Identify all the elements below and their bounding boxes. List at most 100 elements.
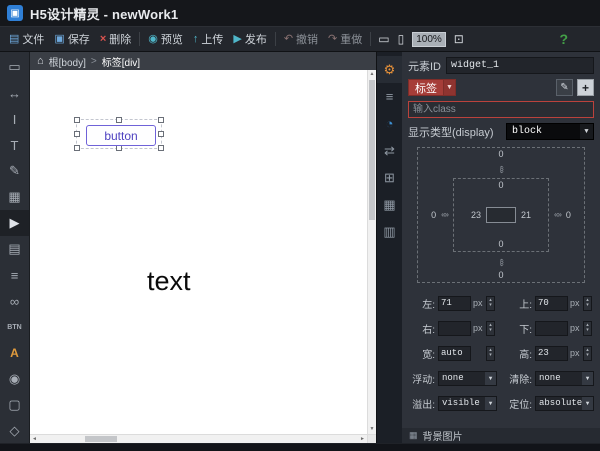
scroll-left-icon[interactable]: ◄ xyxy=(30,435,39,443)
selection-handle[interactable] xyxy=(74,117,80,123)
add-tag-button[interactable]: + xyxy=(577,79,594,96)
background-image-section-label: 背景图片 xyxy=(423,428,463,443)
prop-left-stepper[interactable]: ▴▾ xyxy=(486,296,495,311)
collapse-chevron-icon[interactable]: «» xyxy=(497,165,505,172)
tool-text-cursor[interactable]: I xyxy=(0,106,29,132)
tool-form[interactable]: ✎ xyxy=(0,158,29,184)
file-button[interactable]: ▤ 文件 xyxy=(4,29,49,49)
zoom-level-field[interactable]: 100% xyxy=(412,32,446,47)
prop-top-input[interactable] xyxy=(535,296,568,311)
tool-checkbox[interactable]: ▢ xyxy=(0,392,29,418)
tab-settings[interactable]: ⚙ xyxy=(377,56,402,83)
tab-animation[interactable]: ◔ xyxy=(377,110,402,137)
redo-button[interactable]: ↷ 重做 xyxy=(323,29,367,49)
text-cursor-tool-icon: I xyxy=(13,112,17,127)
monitor-icon[interactable]: ▭ xyxy=(374,30,393,48)
prop-width-stepper[interactable]: ▴▾ xyxy=(486,346,495,361)
prop-height-input[interactable] xyxy=(535,346,568,361)
prop-height-stepper[interactable]: ▴▾ xyxy=(583,346,592,361)
delete-button-label: 删除 xyxy=(109,31,131,47)
selection-handle[interactable] xyxy=(158,131,164,137)
position-select[interactable]: absolute ▼ xyxy=(535,396,594,411)
list-icon: ≡ xyxy=(386,89,394,104)
tab-events[interactable]: ⇄ xyxy=(377,137,402,164)
image-section-icon: ▦ xyxy=(409,430,418,441)
prop-left: 左: px ▴▾ xyxy=(408,295,497,311)
display-type-label: 显示类型(display) xyxy=(408,124,494,140)
image-tool-icon: ▦ xyxy=(8,189,20,205)
eye-icon: ◉ xyxy=(148,34,158,45)
tool-shape[interactable]: ◇ xyxy=(0,418,29,444)
save-button-label: 保存 xyxy=(68,31,90,47)
tool-hr[interactable]: ↔ xyxy=(0,80,29,106)
prop-right-input[interactable] xyxy=(438,321,471,336)
float-select[interactable]: none ▼ xyxy=(438,371,497,386)
preview-button[interactable]: ◉ 预览 xyxy=(143,29,188,49)
breadcrumb-root[interactable]: 根[body] xyxy=(49,54,86,69)
prop-bottom-stepper[interactable]: ▴▾ xyxy=(583,321,592,336)
titlebar[interactable]: ▣ H5设计精灵 - newWork1 xyxy=(0,0,600,26)
margin-bottom-value: 0 xyxy=(498,271,503,280)
scroll-up-icon[interactable]: ▲ xyxy=(368,70,376,79)
prop-bottom-label: 下: xyxy=(505,321,532,336)
collapse-chevron-icon[interactable]: «» xyxy=(497,258,505,265)
page-tool-icon: ▤ xyxy=(8,241,20,257)
tool-button[interactable]: BTN xyxy=(0,314,29,340)
tool-link[interactable]: ∞ xyxy=(0,288,29,314)
publish-button[interactable]: ▶ 发布 xyxy=(228,29,271,49)
vertical-scrollbar-thumb[interactable] xyxy=(369,80,375,220)
tool-list[interactable]: ≡ xyxy=(0,262,29,288)
tool-container[interactable]: ▭ xyxy=(0,54,29,80)
save-icon: ▣ xyxy=(54,34,64,45)
prop-right-stepper[interactable]: ▴▾ xyxy=(486,321,495,336)
tool-page[interactable]: ▤ xyxy=(0,236,29,262)
tab-library[interactable]: ▥ xyxy=(377,218,402,245)
selection-handle[interactable] xyxy=(116,117,122,123)
tool-image[interactable]: ▦ xyxy=(0,184,29,210)
breadcrumb-current[interactable]: 标签[div] xyxy=(102,54,140,69)
display-select[interactable]: block ▼ xyxy=(506,123,594,140)
design-canvas[interactable]: button text xyxy=(30,70,367,434)
element-id-input[interactable] xyxy=(446,57,594,74)
background-image-section[interactable]: ▦ 背景图片 xyxy=(402,428,600,443)
home-icon[interactable]: ⌂ xyxy=(37,55,44,67)
fit-canvas-icon[interactable]: ⊡ xyxy=(450,30,468,48)
tab-properties[interactable]: ≡ xyxy=(377,83,402,110)
vertical-scrollbar[interactable]: ▲ ▼ xyxy=(367,70,376,434)
undo-button[interactable]: ↶ 撤销 xyxy=(279,29,323,49)
tab-components[interactable]: ⊞ xyxy=(377,164,402,191)
horizontal-scrollbar-thumb[interactable] xyxy=(85,436,117,442)
tag-select-button[interactable]: 标签 ▼ xyxy=(408,79,456,96)
delete-button[interactable]: × 删除 xyxy=(95,29,136,49)
scroll-down-icon[interactable]: ▼ xyxy=(368,425,376,434)
tool-video[interactable]: ▶ xyxy=(0,210,29,236)
phone-icon[interactable]: ▯ xyxy=(394,30,409,48)
edit-tag-button[interactable]: ✎ xyxy=(556,79,573,96)
scroll-right-icon[interactable]: ► xyxy=(358,435,367,443)
selection-handle[interactable] xyxy=(158,145,164,151)
selection-handle[interactable] xyxy=(74,131,80,137)
prop-width-input[interactable] xyxy=(438,346,471,361)
class-input[interactable] xyxy=(408,101,594,118)
canvas-button-widget[interactable]: button xyxy=(86,125,156,146)
prop-right: 右: px ▴▾ xyxy=(408,320,497,336)
tab-gallery[interactable]: ▦ xyxy=(377,191,402,218)
help-icon[interactable]: ? xyxy=(559,31,568,47)
tool-radio[interactable]: ◉ xyxy=(0,366,29,392)
prop-bottom-input[interactable] xyxy=(535,321,568,336)
collapse-chevron-icon[interactable]: «» xyxy=(554,211,561,219)
prop-top-stepper[interactable]: ▴▾ xyxy=(583,296,592,311)
tool-text[interactable]: T xyxy=(0,132,29,158)
horizontal-scrollbar[interactable]: ◄ ► xyxy=(30,434,367,443)
clear-select[interactable]: none ▼ xyxy=(535,371,594,386)
prop-left-input[interactable] xyxy=(438,296,471,311)
upload-button[interactable]: ↑ 上传 xyxy=(188,29,229,49)
collapse-chevron-icon[interactable]: «» xyxy=(441,211,448,219)
overflow-select[interactable]: visible ▼ xyxy=(438,396,497,411)
selection-handle[interactable] xyxy=(74,145,80,151)
tool-anchor[interactable]: A xyxy=(0,340,29,366)
selection-handle[interactable] xyxy=(158,117,164,123)
save-button[interactable]: ▣ 保存 xyxy=(49,29,94,49)
canvas-text-widget[interactable]: text xyxy=(147,266,191,297)
display-select-value: block xyxy=(512,126,542,137)
